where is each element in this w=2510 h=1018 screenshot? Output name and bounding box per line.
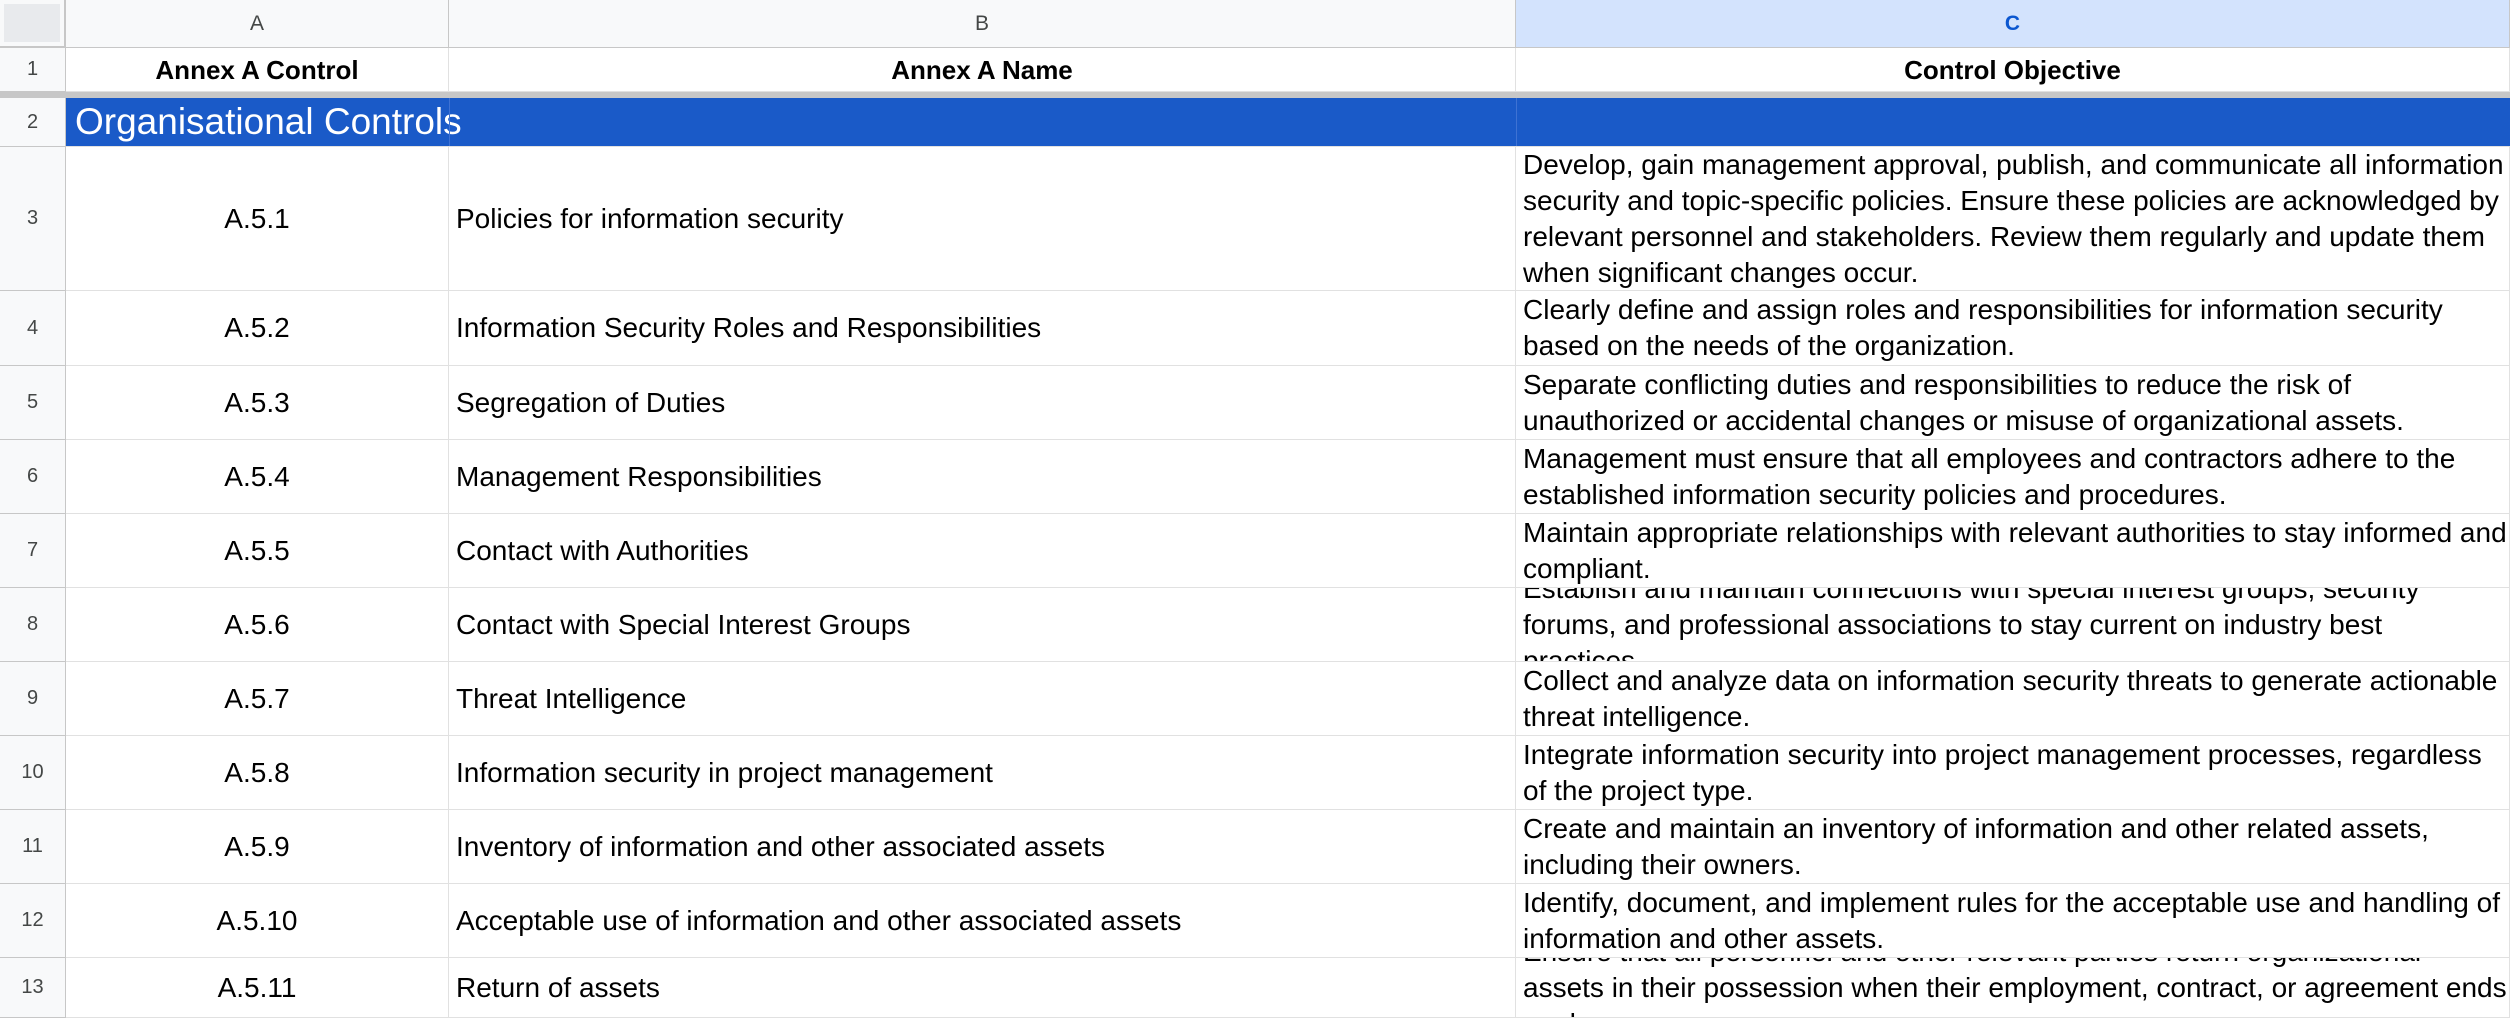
- row-header[interactable]: 10: [0, 736, 66, 810]
- column-header-c[interactable]: C: [1516, 0, 2510, 48]
- control-name-cell[interactable]: Acceptable use of information and other …: [449, 884, 1516, 958]
- control-id-cell[interactable]: A.5.11: [66, 958, 449, 1018]
- column-header-b[interactable]: B: [449, 0, 1516, 48]
- control-id-cell[interactable]: A.5.6: [66, 588, 449, 662]
- control-objective-cell[interactable]: Collect and analyze data on information …: [1516, 662, 2510, 736]
- control-objective-cell[interactable]: Ensure that all personnel and other rele…: [1516, 958, 2510, 1018]
- control-objective-cell[interactable]: Maintain appropriate relationships with …: [1516, 514, 2510, 588]
- row-header[interactable]: 3: [0, 147, 66, 291]
- control-objective-text: Maintain appropriate relationships with …: [1523, 516, 2507, 584]
- control-name-cell[interactable]: Threat Intelligence: [449, 662, 1516, 736]
- control-name-cell[interactable]: Policies for information security: [449, 147, 1516, 291]
- control-name-cell[interactable]: Inventory of information and other assoc…: [449, 810, 1516, 884]
- control-name-cell[interactable]: Management Responsibilities: [449, 440, 1516, 514]
- header-annex-a-name[interactable]: Annex A Name: [449, 48, 1516, 92]
- select-all-corner[interactable]: [0, 0, 66, 48]
- row-header[interactable]: 11: [0, 810, 66, 884]
- control-objective-cell[interactable]: Identify, document, and implement rules …: [1516, 884, 2510, 958]
- row-header[interactable]: 5: [0, 366, 66, 440]
- control-objective-text: Identify, document, and implement rules …: [1523, 886, 2500, 954]
- control-id-cell[interactable]: A.5.10: [66, 884, 449, 958]
- section-cell-divider: [449, 98, 450, 146]
- control-objective-text: Integrate information security into proj…: [1523, 738, 2482, 806]
- control-objective-text: Clearly define and assign roles and resp…: [1523, 294, 2443, 361]
- control-objective-text: Management must ensure that all employee…: [1523, 442, 2456, 510]
- control-objective-cell[interactable]: Integrate information security into proj…: [1516, 736, 2510, 810]
- control-name-cell[interactable]: Information security in project manageme…: [449, 736, 1516, 810]
- control-objective-text: Collect and analyze data on information …: [1523, 664, 2498, 732]
- control-name-cell[interactable]: Segregation of Duties: [449, 366, 1516, 440]
- control-id-cell[interactable]: A.5.9: [66, 810, 449, 884]
- control-objective-cell[interactable]: Clearly define and assign roles and resp…: [1516, 291, 2510, 366]
- control-objective-text: Separate conflicting duties and responsi…: [1523, 368, 2404, 436]
- row-header[interactable]: 7: [0, 514, 66, 588]
- control-objective-text: Create and maintain an inventory of info…: [1523, 812, 2429, 880]
- control-id-cell[interactable]: A.5.3: [66, 366, 449, 440]
- control-id-cell[interactable]: A.5.8: [66, 736, 449, 810]
- control-objective-cell[interactable]: Create and maintain an inventory of info…: [1516, 810, 2510, 884]
- control-id-cell[interactable]: A.5.4: [66, 440, 449, 514]
- control-name-cell[interactable]: Return of assets: [449, 958, 1516, 1018]
- control-name-cell[interactable]: Information Security Roles and Responsib…: [449, 291, 1516, 366]
- row-header[interactable]: 13: [0, 958, 66, 1018]
- control-objective-cell[interactable]: Management must ensure that all employee…: [1516, 440, 2510, 514]
- row-header-1[interactable]: 1: [0, 48, 66, 92]
- control-name-cell[interactable]: Contact with Special Interest Groups: [449, 588, 1516, 662]
- control-id-cell[interactable]: A.5.2: [66, 291, 449, 366]
- row-header[interactable]: 9: [0, 662, 66, 736]
- control-id-cell[interactable]: A.5.5: [66, 514, 449, 588]
- section-row-organisational-controls[interactable]: Organisational Controls: [66, 98, 2510, 147]
- control-id-cell[interactable]: A.5.7: [66, 662, 449, 736]
- spreadsheet-grid: ABC 1 Annex A Control Annex A Name Control …: [0, 0, 2510, 1018]
- header-annex-a-control[interactable]: Annex A Control: [66, 48, 449, 92]
- row-header[interactable]: 12: [0, 884, 66, 958]
- row-header[interactable]: 6: [0, 440, 66, 514]
- control-id-cell[interactable]: A.5.1: [66, 147, 449, 291]
- column-header-a[interactable]: A: [66, 0, 449, 48]
- control-objective-text: Develop, gain management approval, publi…: [1523, 148, 2504, 288]
- control-objective-text: Ensure that all personnel and other rele…: [1523, 958, 2507, 1017]
- header-control-objective[interactable]: Control Objective: [1516, 48, 2510, 92]
- control-objective-cell[interactable]: Establish and maintain connections with …: [1516, 588, 2510, 662]
- control-name-cell[interactable]: Contact with Authorities: [449, 514, 1516, 588]
- section-cell-divider: [1516, 98, 1517, 146]
- select-all-box[interactable]: [4, 4, 60, 42]
- row-header[interactable]: 8: [0, 588, 66, 662]
- control-objective-text: Establish and maintain connections with …: [1523, 588, 2420, 662]
- row-header-2[interactable]: 2: [0, 98, 66, 147]
- control-objective-cell[interactable]: Develop, gain management approval, publi…: [1516, 147, 2510, 291]
- section-label: Organisational Controls: [75, 101, 462, 142]
- row-header[interactable]: 4: [0, 291, 66, 366]
- control-objective-cell[interactable]: Separate conflicting duties and responsi…: [1516, 366, 2510, 440]
